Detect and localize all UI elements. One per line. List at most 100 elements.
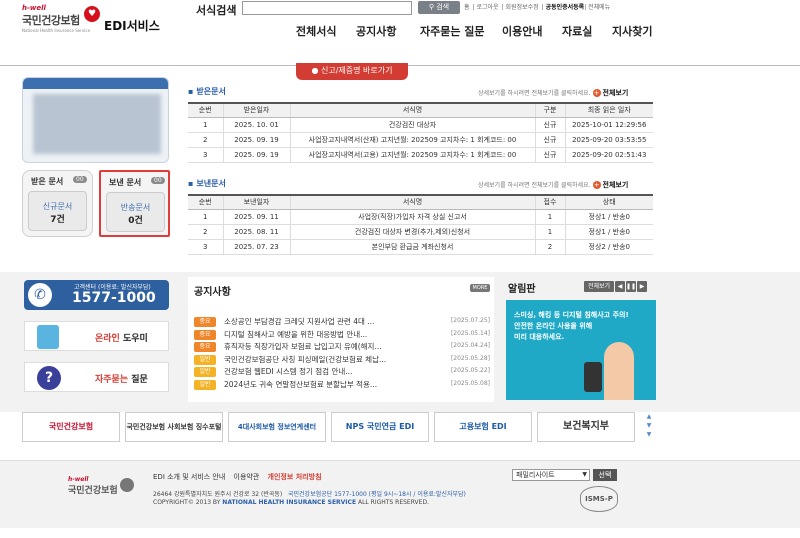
scroll-up-icon[interactable]: ▲ bbox=[644, 412, 654, 421]
notice-tag-badge: 중요 bbox=[194, 317, 216, 327]
isms-p-badge: ISMS-P bbox=[580, 486, 618, 512]
cell: 2025. 09. 11 bbox=[222, 209, 290, 225]
online-help-em: 온라인 bbox=[95, 334, 120, 344]
partner-4insure[interactable]: 4대사회보험 정보연계센터 bbox=[228, 412, 326, 442]
partner-scroll: ▲ ▼ ▼ bbox=[644, 412, 654, 442]
family-site-value: 패밀리사이트 bbox=[516, 471, 555, 479]
received-box-count[interactable]: 신규문서 7건 bbox=[28, 191, 87, 231]
cell-title[interactable]: 건강검진 대상자 bbox=[289, 117, 535, 133]
cell: 1 bbox=[534, 209, 565, 225]
nav-guide[interactable]: 이용안내 bbox=[502, 23, 542, 39]
footer-address: 26464 강원특별자치도 원주시 건강로 32 (반곡동) 국민건강보험공단 … bbox=[153, 489, 466, 498]
alarm-banner[interactable]: 스미싱, 해킹 등 디지털 침해사고 주의! 안전한 온라인 사용을 위해 미리… bbox=[506, 300, 656, 400]
helper-person-icon bbox=[37, 325, 59, 349]
footer-link-terms[interactable]: 이용약관 bbox=[234, 473, 260, 481]
notice-item[interactable]: 일반 국민건강보험공단 사칭 피싱메일(건강보험료 체납... [2025.05.2… bbox=[194, 354, 492, 366]
partner-nps-edi[interactable]: NPS 국민연금 EDI bbox=[331, 412, 429, 442]
col-header: 보낸일자 bbox=[222, 194, 290, 210]
search-input[interactable] bbox=[242, 1, 412, 15]
footer-links: EDI 소개 및 서비스 안내 이용약관 개인정보 처리방침 bbox=[153, 472, 328, 482]
table-row[interactable]: 1 2025. 10. 01 건강검진 대상자 신규 2025-10-01 12:29:… bbox=[188, 117, 653, 133]
partner-mohw[interactable]: 보건복지부 bbox=[537, 412, 635, 442]
cell: 2025. 10. 01 bbox=[222, 117, 290, 133]
cell: 3 bbox=[188, 239, 223, 255]
received-more: 상세보기를 하시려면 전체보기를 클릭하세요. + 전체보기 bbox=[478, 88, 628, 98]
cell: 정상1 / 반송0 bbox=[564, 209, 653, 225]
online-help-button[interactable]: 온라인 도우미 bbox=[24, 321, 169, 351]
nav-branch-finder[interactable]: 지사찾기 bbox=[612, 23, 652, 39]
sent-view-all[interactable]: 전체보기 bbox=[603, 181, 629, 189]
cell-title[interactable]: 건강검진 대상자 변경(추가,제외)신청서 bbox=[289, 224, 535, 240]
util-logout[interactable]: 로그아웃 bbox=[476, 4, 498, 11]
util-all-menu[interactable]: 전체메뉴 bbox=[588, 4, 610, 11]
plus-icon: + bbox=[592, 181, 601, 189]
table-row[interactable]: 1 2025. 09. 11 사업장(직장)가입자 자격 상실 신고서 1 정상1 / … bbox=[188, 209, 653, 225]
sent-box-count[interactable]: 반송문서 0건 bbox=[106, 192, 165, 232]
received-box-title: 받은 문서 bbox=[31, 177, 64, 186]
alarm-view-all-button[interactable]: 전체보기 bbox=[584, 281, 614, 292]
table-row[interactable]: 2 2025. 09. 19 사업장고지내역서(산재) 고지년월: 202509 고… bbox=[188, 132, 653, 148]
notice-tag-badge: 일반 bbox=[194, 354, 216, 365]
received-docs-box[interactable]: 받은 문서 00 신규문서 7건 bbox=[22, 170, 93, 237]
nav-faq[interactable]: 자주묻는 질문 bbox=[420, 23, 485, 39]
table-row[interactable]: 3 2025. 07. 23 본인부담 환급금 계좌신청서 2 정상2 / 반송0 bbox=[188, 239, 653, 255]
cell-title[interactable]: 사업장고지내역서(고용) 고지년월: 202509 고지차수: 1 회계코드: … bbox=[289, 147, 535, 163]
notice-item-title[interactable]: 건강보험 웹EDI 시스템 정기 점검 안내... bbox=[224, 366, 352, 377]
notice-tag-badge: 일반 bbox=[194, 379, 216, 390]
prev-icon[interactable]: ◀ bbox=[615, 281, 625, 292]
nav-library[interactable]: 자료실 bbox=[562, 23, 592, 39]
table-row[interactable]: 3 2025. 09. 19 사업장고지내역서(고용) 고지년월: 202509 고… bbox=[188, 147, 653, 163]
notice-more-button[interactable]: MORE bbox=[470, 284, 490, 292]
notice-item[interactable]: 중요 소상공인 부담경감 크레딧 지원사업 관련 4대 ... [2025.07.2… bbox=[194, 316, 492, 328]
partner-nhis[interactable]: 국민건강보험 bbox=[22, 412, 120, 442]
family-site-select[interactable]: 패밀리사이트 ▼ bbox=[512, 469, 590, 481]
notice-item-title[interactable]: 2024년도 귀속 연말정산보험료 분할납부 적용... bbox=[224, 379, 377, 390]
notice-item[interactable]: 중요 디지털 침해사고 예방을 위한 대응방법 안내... [2025.05.14] bbox=[194, 329, 492, 341]
notice-item[interactable]: 중요 휴직자등 직장가입자 보험료 납입고지 유예(해지... [2025.04.2… bbox=[194, 341, 492, 353]
cell: 2025-09-20 02:51:43 bbox=[564, 147, 653, 163]
notice-item-date: [2025.07.25] bbox=[450, 317, 490, 324]
cell-title[interactable]: 본인부담 환급금 계좌신청서 bbox=[289, 239, 535, 255]
search-button-label: 검색 bbox=[436, 3, 450, 11]
nav-notice[interactable]: 공지사항 bbox=[356, 23, 396, 39]
notice-item[interactable]: 일반 2024년도 귀속 연말정산보험료 분할납부 적용... [2025.05.0… bbox=[194, 379, 492, 391]
call-center-banner[interactable]: ✆ 고객센터 (이용료: 발신자부담) 1577-1000 bbox=[24, 280, 169, 310]
faq-button[interactable]: ? 자주묻는 질문 bbox=[24, 362, 169, 392]
person-illustration bbox=[604, 342, 634, 400]
nav-all-forms[interactable]: 전체서식 bbox=[296, 23, 336, 39]
util-home[interactable]: 홈 bbox=[464, 4, 470, 11]
received-box-value: 7건 bbox=[50, 215, 65, 225]
next-icon[interactable]: ▶ bbox=[637, 281, 647, 292]
partner-social-insurance-portal[interactable]: 국민건강보험 사회보험 징수포털 bbox=[125, 412, 223, 442]
notice-tag-badge: 일반 bbox=[194, 367, 216, 377]
notice-item-title[interactable]: 휴직자등 직장가입자 보험료 납입고지 유예(해지... bbox=[224, 341, 382, 352]
footer-link-privacy[interactable]: 개인정보 처리방침 bbox=[268, 473, 322, 481]
partner-employment-edi[interactable]: 고용보험 EDI bbox=[434, 412, 532, 442]
cell-title[interactable]: 사업장고지내역서(산재) 고지년월: 202509 고지차수: 1 회계코드: … bbox=[289, 132, 535, 148]
notice-item[interactable]: 일반 건강보험 웹EDI 시스템 정기 점검 안내... [2025.05.22] bbox=[194, 366, 492, 378]
notice-item-title[interactable]: 디지털 침해사고 예방을 위한 대응방법 안내... bbox=[224, 329, 367, 340]
cell: 2025. 07. 23 bbox=[222, 239, 290, 255]
search-button[interactable]: ⚲ 검색 bbox=[418, 1, 460, 14]
sent-section-title: ▪ 보낸문서 bbox=[188, 179, 226, 188]
table-row[interactable]: 2 2025. 08. 11 건강검진 대상자 변경(추가,제외)신청서 1 정상1 /… bbox=[188, 224, 653, 240]
report-shortcut-button[interactable]: ● 신고/제증명 바로가기 bbox=[296, 63, 408, 80]
notice-item-title[interactable]: 소상공인 부담경감 크레딧 지원사업 관련 4대 ... bbox=[224, 316, 374, 327]
pause-icon[interactable]: ❚❚ bbox=[626, 281, 636, 292]
cell-title[interactable]: 사업장(직장)가입자 자격 상실 신고서 bbox=[289, 209, 535, 225]
scroll-down-icon[interactable]: ▼ bbox=[644, 421, 654, 430]
nhis-logo[interactable]: h-well 국민건강보험 National Health Insurance … bbox=[22, 4, 112, 38]
sent-docs-box[interactable]: 보낸 문서 00 반송문서 0건 bbox=[99, 170, 170, 237]
family-site-go-button[interactable]: 선택 bbox=[593, 469, 617, 481]
util-cert-register[interactable]: 공동인증서등록 bbox=[546, 4, 585, 11]
footer-link-intro[interactable]: EDI 소개 및 서비스 안내 bbox=[153, 473, 225, 481]
cell: 정상1 / 반송0 bbox=[564, 224, 653, 240]
received-note: 상세보기를 하시려면 전체보기를 클릭하세요. bbox=[478, 90, 591, 97]
notice-item-title[interactable]: 국민건강보험공단 사칭 피싱메일(건강보험료 체납... bbox=[224, 354, 386, 365]
scroll-bottom-icon[interactable]: ▼ bbox=[644, 430, 654, 439]
search-label: 서식검색 bbox=[196, 4, 237, 17]
service-title: EDI서비스 bbox=[104, 19, 160, 33]
util-profile-edit[interactable]: 회원정보수정 bbox=[506, 4, 539, 11]
cell: 3 bbox=[188, 147, 223, 163]
received-view-all[interactable]: 전체보기 bbox=[603, 89, 629, 97]
